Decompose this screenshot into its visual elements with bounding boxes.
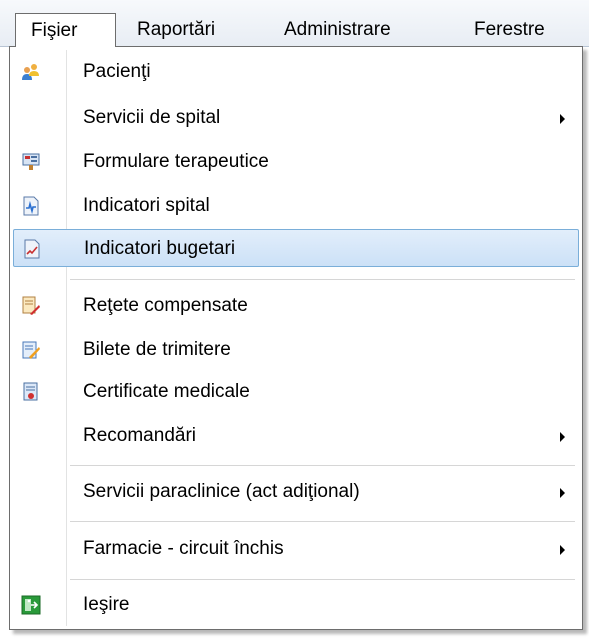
menu-item-label: Recomandări [83, 425, 196, 446]
menu-reports[interactable]: Raportări [125, 13, 215, 47]
menu-item-hospital-indicators[interactable]: Indicatori spital [13, 187, 579, 225]
menu-item-label: Pacienţi [83, 61, 151, 82]
submenu-arrow-icon [560, 114, 565, 124]
menu-item-label: Reţete compensate [83, 295, 248, 316]
submenu-arrow-icon [560, 545, 565, 555]
menu-item-label: Farmacie - circuit închis [83, 538, 284, 559]
menu-item-recommendations[interactable]: Recomandări [13, 417, 579, 455]
menu-separator [70, 465, 575, 466]
menu-item-medical-certificates[interactable]: Certificate medicale [13, 373, 579, 411]
menu-item-label: Formulare terapeutice [83, 151, 269, 172]
menu-item-pharmacy[interactable]: Farmacie - circuit închis [13, 530, 579, 568]
budget-indicators-icon [24, 239, 40, 259]
menu-item-referrals[interactable]: Bilete de trimitere [13, 331, 579, 369]
menu-item-label: Bilete de trimitere [83, 339, 231, 360]
menu-item-label: Certificate medicale [83, 381, 250, 402]
menu-item-label: Indicatori spital [83, 195, 210, 216]
patients-icon [22, 64, 39, 80]
menu-bar: Fişier Raportări Administrare Ferestre [0, 0, 589, 47]
menu-separator [70, 521, 575, 522]
menu-separator [70, 579, 575, 580]
medical-certificates-icon [23, 382, 38, 401]
menu-item-budget-indicators[interactable]: Indicatori bugetari [13, 229, 579, 267]
menu-item-exit[interactable]: Ieşire [13, 586, 579, 624]
referrals-icon [22, 341, 40, 359]
menu-administration[interactable]: Administrare [272, 13, 391, 47]
exit-icon [21, 595, 41, 615]
submenu-arrow-icon [560, 432, 565, 442]
menu-item-hospital-services[interactable]: Servicii de spital [13, 99, 579, 137]
menu-item-therapeutic-forms[interactable]: Formulare terapeutice [13, 143, 579, 181]
file-menu-dropdown: Pacienţi Servicii de spital Formulare te… [9, 46, 583, 630]
menu-file[interactable]: Fişier [15, 13, 116, 47]
menu-separator [70, 279, 575, 280]
forms-icon [22, 153, 40, 170]
menu-item-label: Indicatori bugetari [84, 238, 236, 259]
menu-item-paraclinical-services[interactable]: Servicii paraclinice (act adiţional) [13, 473, 579, 511]
menu-item-patients[interactable]: Pacienţi [13, 53, 579, 91]
prescriptions-icon [22, 296, 40, 315]
menu-item-label: Ieşire [83, 594, 130, 615]
menu-windows[interactable]: Ferestre [462, 13, 545, 47]
menu-item-prescriptions[interactable]: Reţete compensate [13, 287, 579, 325]
submenu-arrow-icon [560, 488, 565, 498]
hospital-indicators-icon [23, 196, 39, 216]
menu-item-label: Servicii paraclinice (act adiţional) [83, 481, 360, 502]
menu-item-label: Servicii de spital [83, 107, 221, 128]
